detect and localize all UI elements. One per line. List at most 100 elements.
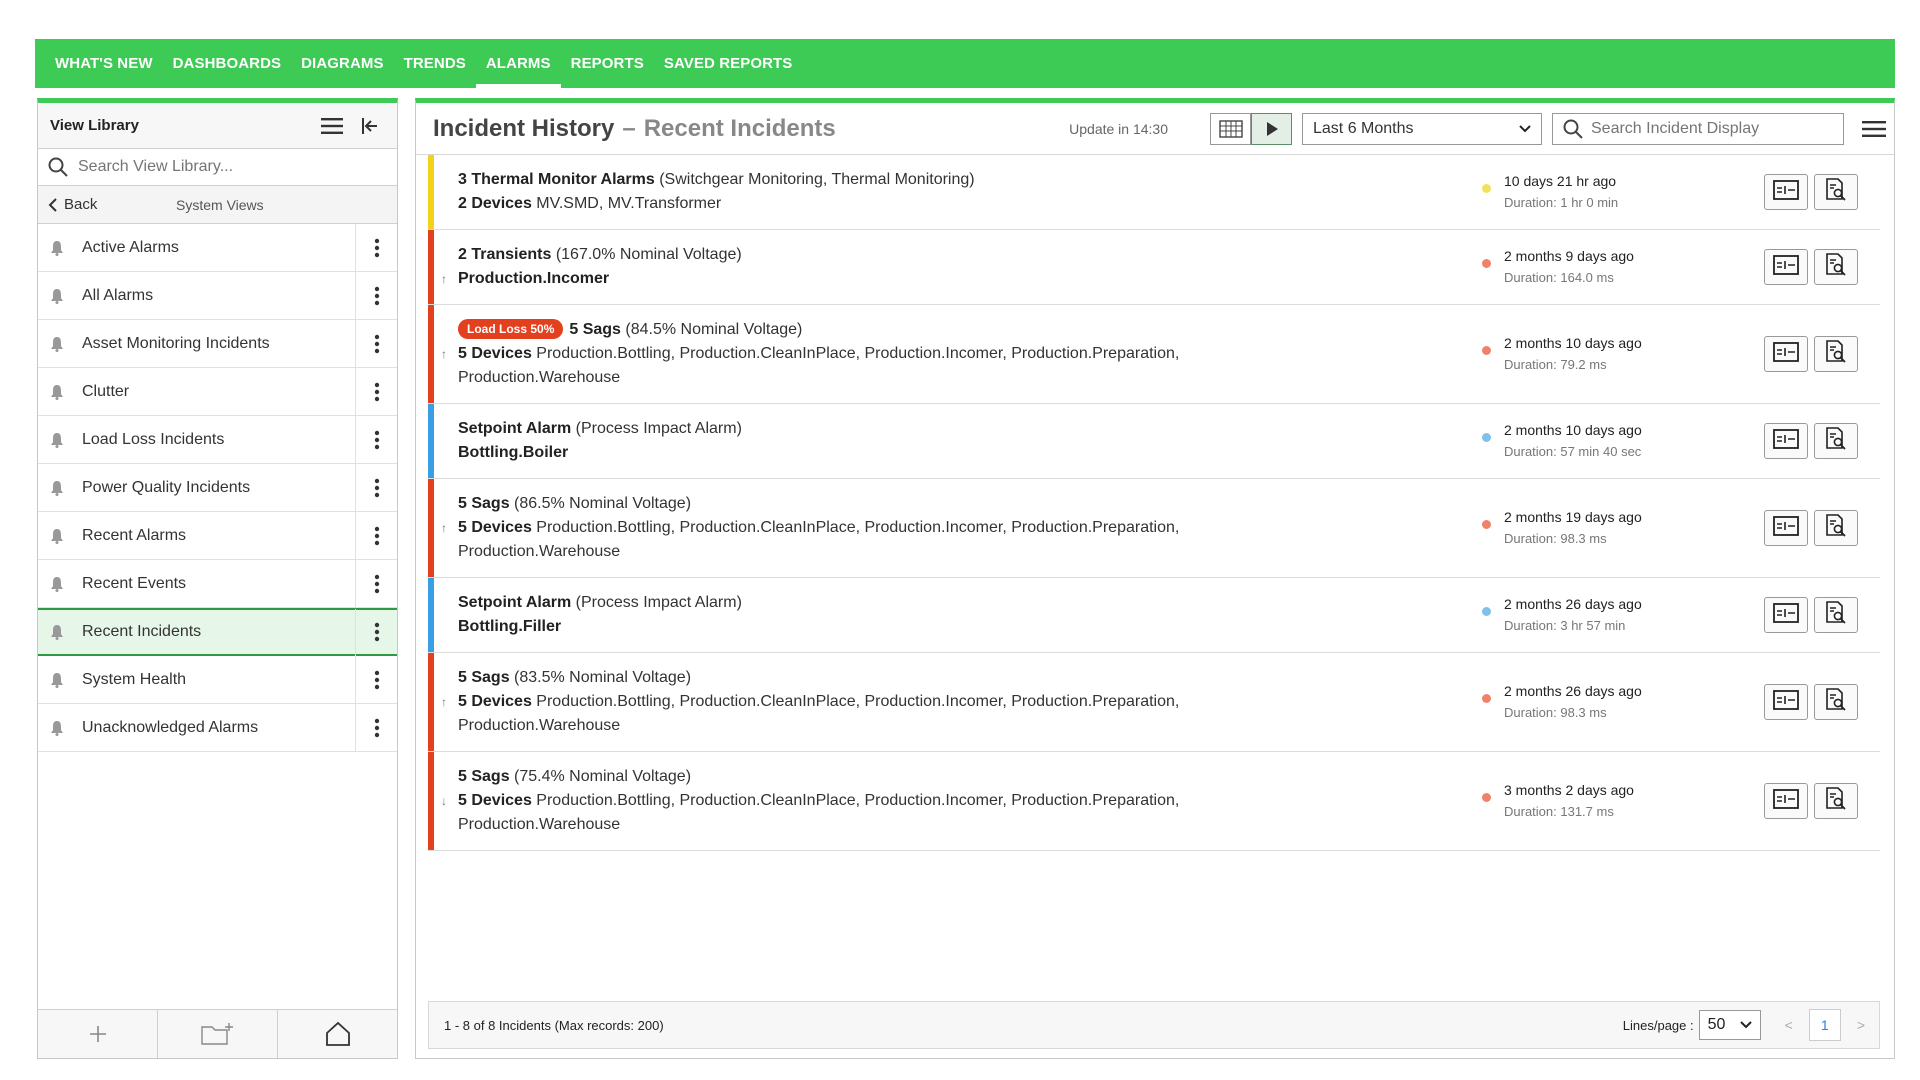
waveform-button[interactable] xyxy=(1764,783,1808,819)
view-library-title: View Library xyxy=(50,117,139,134)
incident-line-3: Production.Warehouse xyxy=(458,816,621,833)
incident-row[interactable]: Setpoint Alarm (Process Impact Alarm) Bot… xyxy=(428,404,1880,479)
incident-actions xyxy=(1764,249,1874,285)
view-item-label: All Alarms xyxy=(82,286,154,304)
details-button[interactable] xyxy=(1814,684,1858,720)
kebab-menu-icon[interactable] xyxy=(355,464,397,511)
incident-row[interactable]: 3 Thermal Monitor Alarms (Switchgear Mon… xyxy=(428,155,1880,230)
view-item-unacknowledged-alarms[interactable]: Unacknowledged Alarms xyxy=(38,704,397,752)
incident-title: 5 Sags xyxy=(569,321,621,338)
chevron-left-icon xyxy=(48,197,57,212)
view-item-recent-incidents[interactable]: Recent Incidents xyxy=(38,608,397,656)
more-menu-button[interactable] xyxy=(1854,113,1894,145)
waveform-icon xyxy=(1773,341,1799,367)
incident-duration: Duration: 79.2 ms xyxy=(1504,357,1607,372)
play-button[interactable] xyxy=(1251,112,1292,145)
view-item-load-loss-incidents[interactable]: Load Loss Incidents xyxy=(38,416,397,464)
incident-description: 2 Transients (167.0% Nominal Voltage) ↑ Pr… xyxy=(428,230,1482,304)
kebab-menu-icon[interactable] xyxy=(355,416,397,463)
waveform-button[interactable] xyxy=(1764,336,1808,372)
incident-row[interactable]: 2 Transients (167.0% Nominal Voltage) ↑ Pr… xyxy=(428,230,1880,305)
incident-detail: (Process Impact Alarm) xyxy=(571,594,742,611)
view-item-all-alarms[interactable]: All Alarms xyxy=(38,272,397,320)
view-item-active-alarms[interactable]: Active Alarms xyxy=(38,224,397,272)
menu-icon xyxy=(1862,120,1886,137)
view-item-asset-monitoring-incidents[interactable]: Asset Monitoring Incidents xyxy=(38,320,397,368)
add-folder-button[interactable] xyxy=(158,1010,278,1058)
waveform-button[interactable] xyxy=(1764,684,1808,720)
view-item-label: Active Alarms xyxy=(82,238,179,256)
kebab-menu-icon[interactable] xyxy=(355,608,397,656)
details-button[interactable] xyxy=(1814,174,1858,210)
view-item-clutter[interactable]: Clutter xyxy=(38,368,397,416)
incident-row[interactable]: Setpoint Alarm (Process Impact Alarm) Bot… xyxy=(428,578,1880,653)
kebab-menu-icon[interactable] xyxy=(355,656,397,703)
incident-row[interactable]: 5 Sags (86.5% Nominal Voltage) ↑ 5 Devices… xyxy=(428,479,1880,578)
view-item-system-health[interactable]: System Health xyxy=(38,656,397,704)
nav-saved-reports[interactable]: SAVED REPORTS xyxy=(654,39,803,88)
waveform-button[interactable] xyxy=(1764,249,1808,285)
nav-alarms[interactable]: ALARMS xyxy=(475,39,561,88)
kebab-menu-icon[interactable] xyxy=(355,368,397,415)
kebab-menu-icon[interactable] xyxy=(355,704,397,751)
nav-diagrams[interactable]: DIAGRAMS xyxy=(291,39,393,88)
home-button[interactable] xyxy=(278,1010,397,1058)
page-number[interactable]: 1 xyxy=(1808,1009,1841,1041)
lines-per-page-select[interactable]: 50 xyxy=(1698,1010,1761,1040)
nav-dashboards[interactable]: DASHBOARDS xyxy=(163,39,292,88)
kebab-menu-icon[interactable] xyxy=(355,560,397,607)
document-search-icon xyxy=(1825,177,1847,207)
nav-reports[interactable]: REPORTS xyxy=(561,39,654,88)
page-subtitle: Recent Incidents xyxy=(643,114,836,142)
incident-row[interactable]: 5 Sags (83.5% Nominal Voltage) ↑ 5 Devices… xyxy=(428,653,1880,752)
list-view-icon[interactable] xyxy=(317,111,347,141)
next-page-button[interactable]: > xyxy=(1857,1017,1865,1033)
update-countdown: Update in 14:30 xyxy=(1069,120,1168,137)
kebab-menu-icon[interactable] xyxy=(355,320,397,367)
waveform-button[interactable] xyxy=(1764,423,1808,459)
add-view-button[interactable] xyxy=(38,1010,158,1058)
incident-time: 2 months 10 days ago Duration: 57 min 40 … xyxy=(1482,419,1712,463)
waveform-button[interactable] xyxy=(1764,597,1808,633)
incident-source: 5 Devices xyxy=(458,345,532,362)
incident-description: 3 Thermal Monitor Alarms (Switchgear Mon… xyxy=(428,155,1482,229)
waveform-button[interactable] xyxy=(1764,174,1808,210)
details-button[interactable] xyxy=(1814,336,1858,372)
lines-per-page-value: 50 xyxy=(1707,1016,1726,1033)
incident-line-1: 3 Thermal Monitor Alarms (Switchgear Mon… xyxy=(458,171,975,188)
incident-duration: Duration: 164.0 ms xyxy=(1504,270,1614,285)
status-dot xyxy=(1482,694,1491,703)
nav-trends[interactable]: TRENDS xyxy=(394,39,476,88)
incident-time: 2 months 26 days ago Duration: 3 hr 57 mi… xyxy=(1482,593,1712,637)
incident-title: 5 Sags xyxy=(458,495,510,512)
view-library-search-input[interactable] xyxy=(78,158,358,176)
view-item-recent-events[interactable]: Recent Events xyxy=(38,560,397,608)
waveform-button[interactable] xyxy=(1764,510,1808,546)
view-item-label: Load Loss Incidents xyxy=(82,430,225,448)
prev-page-button[interactable]: < xyxy=(1785,1017,1793,1033)
incident-row[interactable]: Load Loss 50% 5 Sags (84.5% Nominal Volta… xyxy=(428,305,1880,404)
kebab-menu-icon[interactable] xyxy=(355,224,397,271)
back-button[interactable]: Back xyxy=(48,196,176,213)
time-range-select[interactable]: Last 6 Months xyxy=(1302,112,1542,145)
incident-search-input[interactable] xyxy=(1591,119,1831,138)
details-button[interactable] xyxy=(1814,423,1858,459)
incident-time: 2 months 26 days ago Duration: 98.3 ms xyxy=(1482,680,1712,724)
collapse-panel-icon[interactable] xyxy=(355,111,385,141)
kebab-menu-icon[interactable] xyxy=(355,512,397,559)
incident-row[interactable]: 5 Sags (75.4% Nominal Voltage) ↓ 5 Devices… xyxy=(428,752,1880,851)
status-dot xyxy=(1482,520,1491,529)
details-button[interactable] xyxy=(1814,510,1858,546)
view-library-header: View Library xyxy=(38,103,397,149)
kebab-menu-icon[interactable] xyxy=(355,272,397,319)
view-item-power-quality-incidents[interactable]: Power Quality Incidents xyxy=(38,464,397,512)
table-view-button[interactable] xyxy=(1210,112,1251,145)
details-button[interactable] xyxy=(1814,597,1858,633)
details-button[interactable] xyxy=(1814,249,1858,285)
status-dot xyxy=(1482,793,1491,802)
waveform-icon xyxy=(1773,254,1799,280)
details-button[interactable] xyxy=(1814,783,1858,819)
view-item-recent-alarms[interactable]: Recent Alarms xyxy=(38,512,397,560)
nav-whats-new[interactable]: WHAT'S NEW xyxy=(45,39,163,88)
incident-duration: Duration: 57 min 40 sec xyxy=(1504,444,1642,459)
